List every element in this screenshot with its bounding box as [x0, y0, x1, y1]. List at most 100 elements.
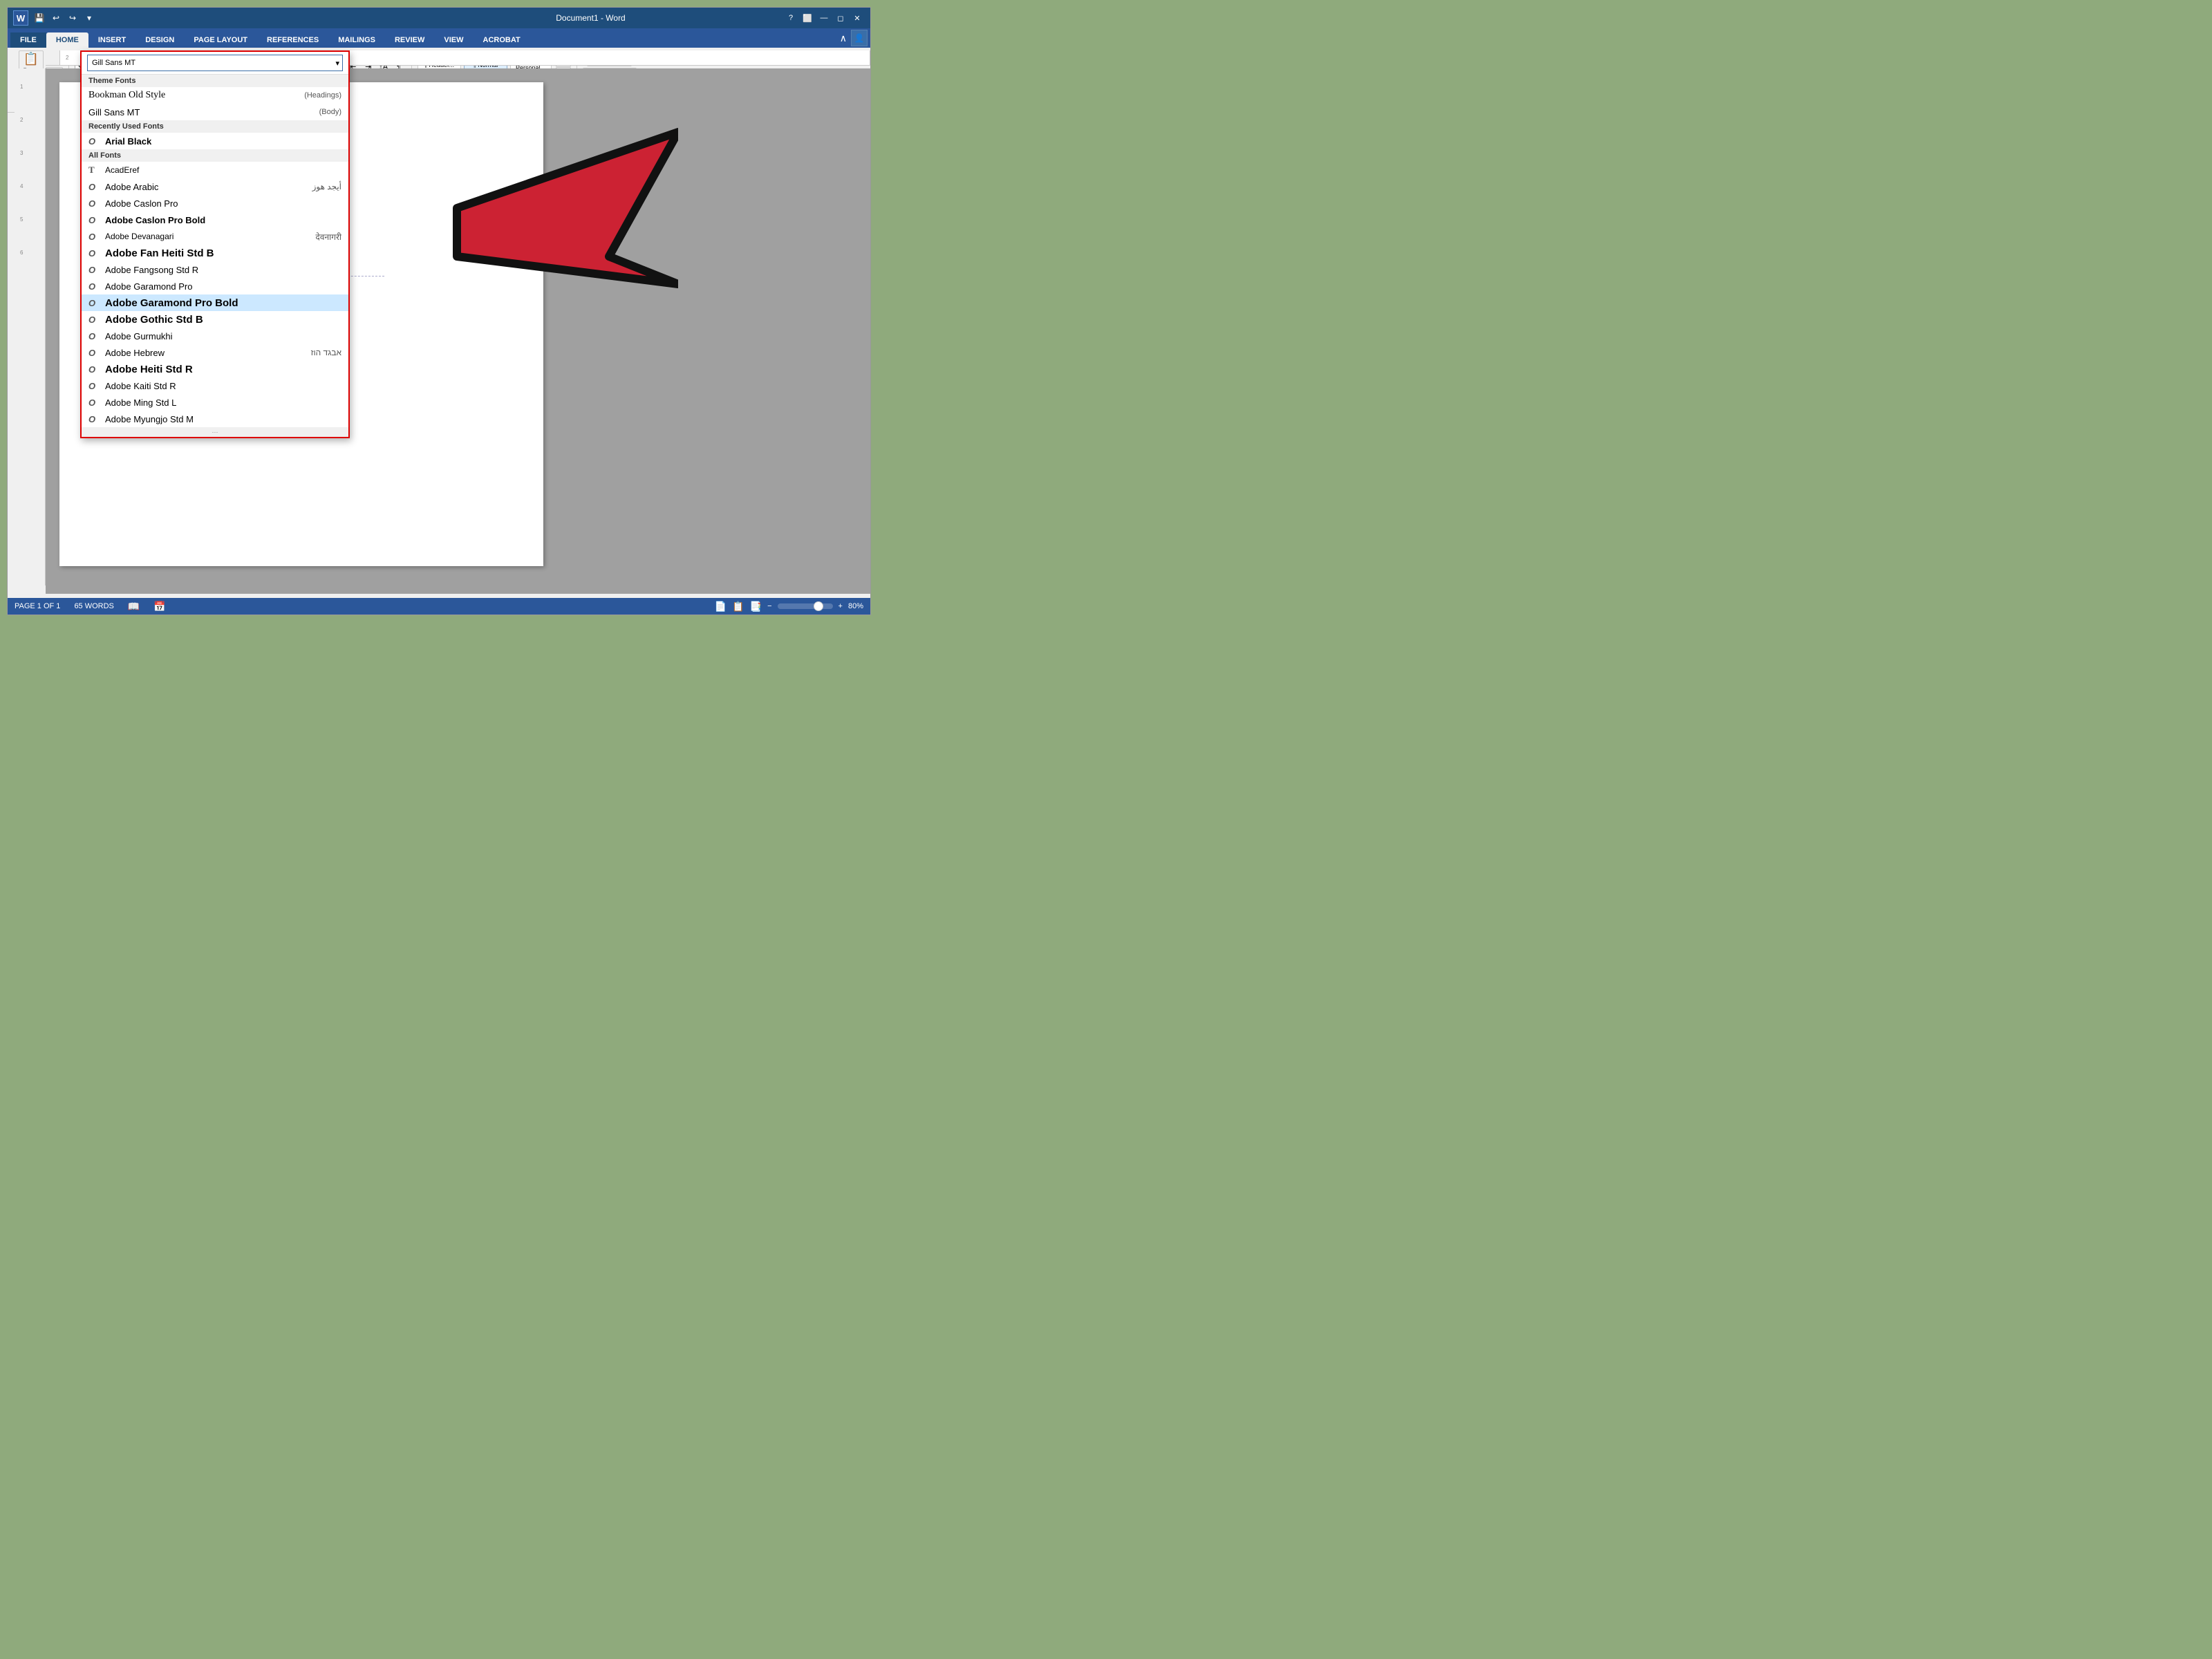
tab-design[interactable]: DESIGN [135, 32, 184, 48]
word-logo: W [13, 10, 28, 26]
font-item-adobe-devanagari[interactable]: O Adobe Devanagari देवनागरी [82, 228, 348, 245]
tab-acrobat[interactable]: ACROBAT [474, 32, 530, 48]
doc-view-3[interactable]: 📑 [750, 601, 762, 612]
all-fonts-header: All Fonts [82, 149, 348, 162]
quick-access-toolbar: 💾 ↩ ↪ ▾ [32, 11, 96, 25]
tab-references[interactable]: REFERENCES [257, 32, 328, 48]
font-gillsans-name: Gill Sans MT [88, 107, 140, 118]
font-adobe-caslon-bold-left: O Adobe Caslon Pro Bold [88, 215, 205, 225]
status-right: 📄 📋 📑 − + 80% [715, 601, 863, 612]
font-item-adobe-myungjo[interactable]: O Adobe Myungjo Std M [82, 411, 348, 427]
tab-view[interactable]: VIEW [434, 32, 473, 48]
font-item-adobe-gothic[interactable]: O Adobe Gothic Std B [82, 311, 348, 328]
font-item-adobe-garamond[interactable]: O Adobe Garamond Pro [82, 278, 348, 294]
arial-black-icon: O [88, 136, 101, 147]
tab-insert[interactable]: INSERT [88, 32, 135, 48]
ruler-mark-5: 5 [15, 215, 45, 224]
font-adobe-arabic-left: O Adobe Arabic [88, 182, 158, 192]
font-adobe-garamond-bold-name: Adobe Garamond Pro Bold [105, 297, 238, 309]
ruler-mark-6: 6 [15, 248, 45, 257]
close-button[interactable]: ✕ [850, 10, 865, 26]
font-item-adobe-kaiti[interactable]: O Adobe Kaiti Std R [82, 377, 348, 394]
adobe-gurmukhi-icon: O [88, 331, 101, 341]
font-acadref-left: T AcadEref [88, 165, 139, 176]
proofing-icon[interactable]: 📖 [128, 601, 140, 612]
font-item-adobe-fangsong[interactable]: O Adobe Fangsong Std R [82, 261, 348, 278]
zoom-thumb[interactable] [814, 601, 823, 611]
word-count: 65 WORDS [74, 602, 113, 610]
zoom-slider-minus[interactable]: − [767, 602, 771, 610]
page-indicator: PAGE 1 OF 1 [15, 602, 60, 610]
font-adobe-fan-heiti-name: Adobe Fan Heiti Std B [105, 247, 214, 259]
maximize-button[interactable]: ◻ [833, 10, 848, 26]
ruler-num-2: 2 [66, 55, 68, 61]
font-adobe-heiti-r-name: Adobe Heiti Std R [105, 364, 193, 375]
ribbon-display-button[interactable]: ⬜ [800, 10, 815, 26]
tab-page-layout[interactable]: PAGE LAYOUT [184, 32, 257, 48]
adobe-fan-heiti-icon: O [88, 248, 101, 259]
acadref-icon: T [88, 165, 101, 176]
tab-file[interactable]: FILE [10, 32, 46, 48]
zoom-slider-plus[interactable]: + [838, 602, 843, 610]
font-dropdown-scroll[interactable]: Theme Fonts Bookman Old Style (Headings)… [82, 75, 348, 437]
font-item-gillsans-left: Gill Sans MT [88, 107, 140, 118]
word-window: W 💾 ↩ ↪ ▾ Document1 - Word ? ⬜ — ◻ ✕ FIL… [7, 7, 871, 615]
help-button[interactable]: ? [783, 10, 798, 26]
font-item-adobe-garamond-bold[interactable]: O Adobe Garamond Pro Bold [82, 294, 348, 311]
ruler-mark-2: 2 [15, 115, 45, 124]
font-input-dropdown[interactable]: ▾ [332, 59, 342, 68]
font-input-box[interactable]: Gill Sans MT ▾ [87, 55, 343, 71]
font-adobe-kaiti-left: O Adobe Kaiti Std R [88, 381, 176, 391]
customize-quick-access[interactable]: ▾ [82, 11, 96, 25]
adobe-arabic-preview: أيجد هوز [312, 182, 341, 191]
font-item-adobe-ming[interactable]: O Adobe Ming Std L [82, 394, 348, 411]
adobe-devanagari-icon: O [88, 232, 101, 242]
doc-view-1[interactable]: 📄 [715, 601, 727, 612]
font-bookman-tag: (Headings) [304, 91, 341, 100]
doc-view-2[interactable]: 📋 [732, 601, 744, 612]
font-item-adobe-arabic[interactable]: O Adobe Arabic أيجد هوز [82, 178, 348, 195]
paste-icon: 📋 [24, 52, 39, 66]
adobe-devanagari-preview: देवनागरी [315, 231, 341, 243]
font-item-acadref[interactable]: T AcadEref [82, 162, 348, 178]
font-adobe-caslon-name: Adobe Caslon Pro [105, 198, 178, 209]
font-adobe-arabic-name: Adobe Arabic [105, 182, 158, 192]
scroll-dots: ··· [212, 429, 218, 435]
font-item-bookman[interactable]: Bookman Old Style (Headings) [82, 87, 348, 104]
adobe-garamond-bold-icon: O [88, 298, 101, 308]
font-adobe-garamond-name: Adobe Garamond Pro [105, 281, 192, 292]
tab-mailings[interactable]: MAILINGS [328, 32, 385, 48]
minimize-button[interactable]: — [816, 10, 832, 26]
adobe-gothic-icon: O [88, 315, 101, 325]
font-item-arial-black[interactable]: O Arial Black [82, 133, 348, 149]
adobe-hebrew-preview: אבגד הוז [311, 348, 341, 357]
font-item-adobe-heiti-r[interactable]: O Adobe Heiti Std R [82, 361, 348, 377]
save-button[interactable]: 💾 [32, 11, 46, 25]
zoom-slider[interactable] [778, 603, 833, 609]
font-adobe-ming-name: Adobe Ming Std L [105, 397, 176, 408]
font-item-adobe-caslon-bold[interactable]: O Adobe Caslon Pro Bold [82, 212, 348, 228]
font-item-adobe-caslon[interactable]: O Adobe Caslon Pro [82, 195, 348, 212]
adobe-arabic-icon: O [88, 182, 101, 192]
tab-bar: FILE HOME INSERT DESIGN PAGE LAYOUT REFE… [8, 28, 870, 48]
font-item-adobe-hebrew[interactable]: O Adobe Hebrew אבגד הוז [82, 344, 348, 361]
font-item-gillsans[interactable]: Gill Sans MT (Body) [82, 104, 348, 120]
adobe-caslon-bold-icon: O [88, 215, 101, 225]
redo-button[interactable]: ↪ [66, 11, 79, 25]
font-adobe-gurmukhi-left: O Adobe Gurmukhi [88, 331, 173, 341]
title-bar: W 💾 ↩ ↪ ▾ Document1 - Word ? ⬜ — ◻ ✕ [8, 8, 870, 28]
status-bar: PAGE 1 OF 1 65 WORDS 📖 📅 📄 📋 📑 − + 80% [8, 598, 870, 615]
undo-button[interactable]: ↩ [49, 11, 63, 25]
calendar-icon[interactable]: 📅 [153, 601, 165, 612]
tab-home[interactable]: HOME [46, 32, 88, 48]
ribbon-collapse[interactable]: ∧ [840, 32, 847, 44]
ruler-mark-3: 3 [15, 149, 45, 158]
font-item-adobe-fan-heiti[interactable]: O Adobe Fan Heiti Std B [82, 245, 348, 261]
font-gillsans-tag: (Body) [319, 108, 341, 116]
font-adobe-garamond-left: O Adobe Garamond Pro [88, 281, 192, 292]
tab-review[interactable]: REVIEW [385, 32, 434, 48]
zoom-level: 80% [848, 602, 863, 610]
recently-used-header: Recently Used Fonts [82, 120, 348, 133]
font-item-adobe-gurmukhi[interactable]: O Adobe Gurmukhi [82, 328, 348, 344]
font-adobe-garamond-bold-left: O Adobe Garamond Pro Bold [88, 297, 238, 309]
